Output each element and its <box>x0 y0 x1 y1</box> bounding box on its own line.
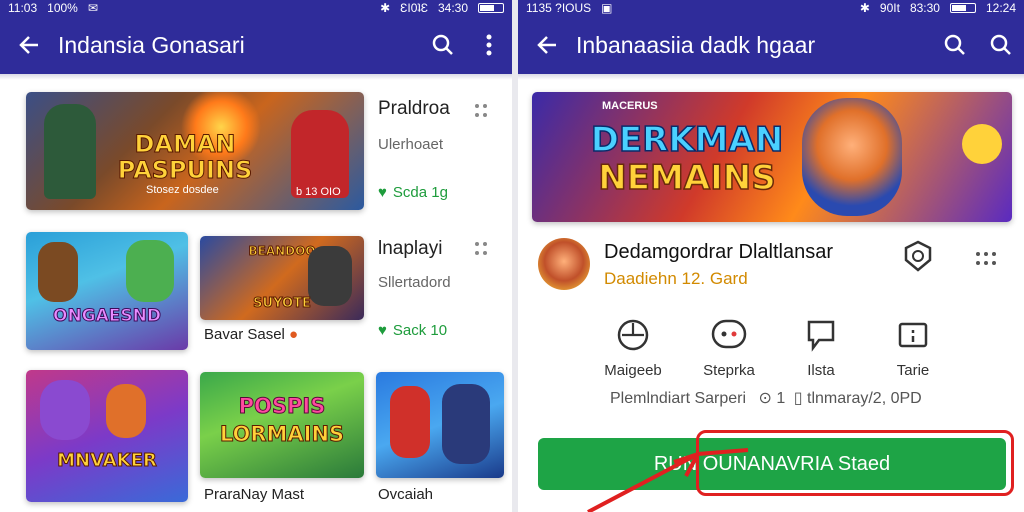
info-stats: tlnmaray/2, 0PD <box>807 390 922 407</box>
speech-flag-icon <box>802 316 840 354</box>
page-title: Indansia Gonasari <box>58 31 245 58</box>
featured-game-thumbnail[interactable]: DAMAN PASPUINS Stosez dosdee b 13 OIO <box>26 92 364 210</box>
banner-title: DERKMAN <box>590 119 784 161</box>
fire-icon: ● <box>289 326 299 343</box>
rating-text: Sack 10 <box>392 322 448 339</box>
bluetooth-icon: ✱ <box>380 1 391 15</box>
back-arrow-icon[interactable] <box>518 16 576 74</box>
search-icon[interactable] <box>932 16 978 74</box>
arrow-annotation-icon <box>587 448 749 512</box>
drag-handle-icon[interactable] <box>475 242 489 256</box>
banner-title: NEMAINS <box>598 157 777 199</box>
status-signal: ƐI0ʇƐ <box>400 1 428 15</box>
status-bar: 11:03 100% ✉ ✱ ƐI0ʇƐ 34:30 <box>0 0 512 16</box>
game-art-corner: b 13 OIO <box>296 186 341 198</box>
action-label: Maigeeb <box>604 362 662 379</box>
mail-icon: ✉ <box>87 1 98 15</box>
action-label: Steprka <box>703 362 755 379</box>
game-thumbnail[interactable]: ONGAESND <box>26 232 188 350</box>
game-rating: ♥ Scda 1g <box>378 184 448 201</box>
status-extra: 100% <box>47 1 78 15</box>
left-screen: 11:03 100% ✉ ✱ ƐI0ʇƐ 34:30 Indansia Gona… <box>0 0 512 512</box>
search-icon[interactable] <box>978 16 1024 74</box>
game-art-subtitle: SUYOTE <box>253 296 312 312</box>
info-line: Plemlndiart Sarperi ⊙ 1 ▯ tlnmaray/2, 0P… <box>610 388 922 408</box>
info-text: Plemlndiart Sarperi <box>610 390 747 407</box>
status-right-time: 12:24 <box>985 1 1016 15</box>
controller-icon <box>614 316 652 354</box>
game-caption[interactable]: PraraNay Mast <box>204 486 304 503</box>
rating-text: Scda 1g <box>392 184 448 201</box>
game-caption[interactable]: Bavar Sasel ● <box>204 326 298 343</box>
game-developer: Sllertadord <box>378 274 451 291</box>
game-art-subtitle: Stosez dosdee <box>146 184 219 196</box>
status-signal: 90It <box>879 1 900 15</box>
bluetooth-icon: ✱ <box>859 1 870 15</box>
drag-handle-icon[interactable] <box>475 104 489 118</box>
document-icon: ▯ <box>793 390 803 407</box>
battery-icon <box>949 3 976 13</box>
game-art-title: MNVAKER <box>57 450 158 472</box>
game-rating: ♥ Sack 10 <box>378 322 447 339</box>
developer-name[interactable]: Dedamgordrar Dlaltlansar <box>604 241 833 264</box>
clock-icon: ⊙ <box>758 390 772 407</box>
status-clock: 34:30 <box>437 1 468 15</box>
action-label: Tarie <box>896 362 930 379</box>
heart-icon: ♥ <box>378 184 387 201</box>
game-art-title: POSPIS <box>238 394 326 419</box>
developer-avatar[interactable] <box>538 238 590 290</box>
action-label: Ilsta <box>807 362 835 379</box>
right-screen: 1135 ?IOUS ▣ ✱ 90It 83:30 12:24 Inbanaas… <box>518 0 1024 512</box>
game-art-subtitle: LORMAINS <box>219 422 345 447</box>
heart-icon: ♥ <box>378 322 387 339</box>
game-thumbnail[interactable]: MNVAKER <box>26 370 188 502</box>
page-title: Inbanaasiia dadk hgaar <box>576 31 816 58</box>
status-time: 11:03 <box>8 1 38 15</box>
banner-badge: MACERUS <box>602 100 658 112</box>
overflow-menu-icon[interactable] <box>466 16 512 74</box>
game-art-title: ONGAESND <box>53 306 162 327</box>
app-bar: Indansia Gonasari <box>0 16 512 74</box>
action-maigeeb[interactable]: Maigeeb <box>598 316 668 379</box>
status-bar: 1135 ?IOUS ▣ ✱ 90It 83:30 12:24 <box>518 0 1024 16</box>
game-caption[interactable]: Ovcaiah <box>378 486 433 503</box>
lock-icon: ▣ <box>601 1 613 15</box>
action-tarie[interactable]: Tarie <box>878 316 948 379</box>
back-arrow-icon[interactable] <box>0 16 58 74</box>
caption-text: Bavar Sasel <box>204 326 285 343</box>
game-title[interactable]: Praldroa <box>378 98 450 120</box>
game-banner[interactable]: MACERUS DERKMAN NEMAINS <box>532 92 1012 222</box>
game-thumbnail[interactable] <box>376 372 504 478</box>
game-thumbnail[interactable]: BEANDOO SUYOTE <box>200 236 364 320</box>
status-time: 1135 ?IOUS <box>526 1 592 15</box>
search-icon[interactable] <box>420 16 466 74</box>
status-clock: 83:30 <box>909 1 940 15</box>
action-steprka[interactable]: Steprka <box>694 316 764 379</box>
developer-meta: Daadiehn 12. Gard <box>604 269 748 288</box>
game-title[interactable]: lnaplayi <box>378 238 442 260</box>
more-icon[interactable] <box>976 252 996 266</box>
info-counter: 1 <box>776 390 786 407</box>
game-developer: Ulerhoaet <box>378 136 444 153</box>
game-art-title: PASPUINS <box>117 156 253 185</box>
battery-icon <box>478 3 504 13</box>
game-thumbnail[interactable]: POSPIS LORMAINS <box>200 372 364 478</box>
game-art-title: DAMAN <box>134 130 236 159</box>
app-bar: Inbanaasiia dadk hgaar <box>518 16 1024 74</box>
shield-icon[interactable] <box>902 240 934 272</box>
chat-bubble-icon <box>710 316 748 354</box>
info-card-icon <box>894 316 932 354</box>
action-ilsta[interactable]: Ilsta <box>786 316 856 379</box>
